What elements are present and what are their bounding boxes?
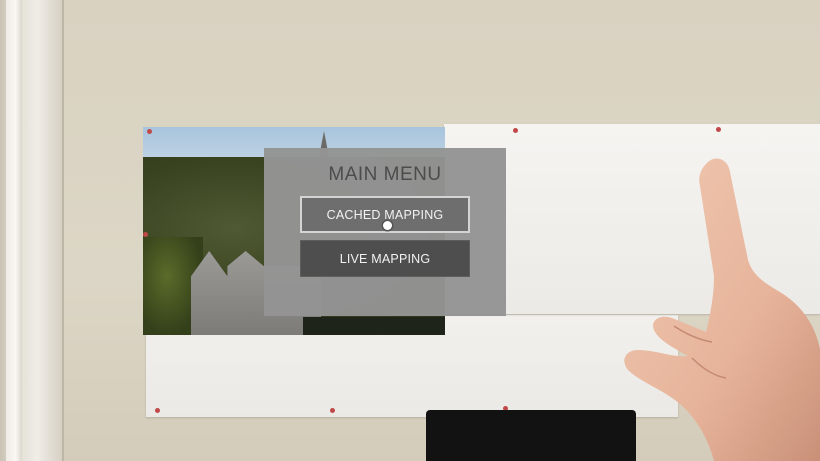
pin-marker	[155, 408, 160, 413]
pin-marker	[716, 127, 721, 132]
monitor-top	[426, 410, 636, 461]
cached-mapping-label: CACHED MAPPING	[326, 207, 444, 222]
door-frame-edge	[6, 0, 22, 461]
pin-marker	[147, 129, 152, 134]
gaze-cursor-icon	[383, 221, 392, 230]
pin-marker	[513, 128, 518, 133]
pin-marker	[330, 408, 335, 413]
main-menu-title: MAIN MENU	[328, 164, 442, 185]
pin-marker	[143, 232, 148, 237]
photo-shadow-strip	[303, 317, 445, 335]
pointing-hand	[624, 158, 820, 461]
mixed-reality-scene: MAIN MENU CACHED MAPPING LIVE MAPPING	[0, 0, 820, 461]
live-mapping-label: LIVE MAPPING	[339, 251, 431, 266]
main-menu-panel: MAIN MENU CACHED MAPPING LIVE MAPPING	[264, 148, 506, 316]
door-frame	[0, 0, 64, 461]
live-mapping-button[interactable]: LIVE MAPPING	[300, 240, 470, 277]
